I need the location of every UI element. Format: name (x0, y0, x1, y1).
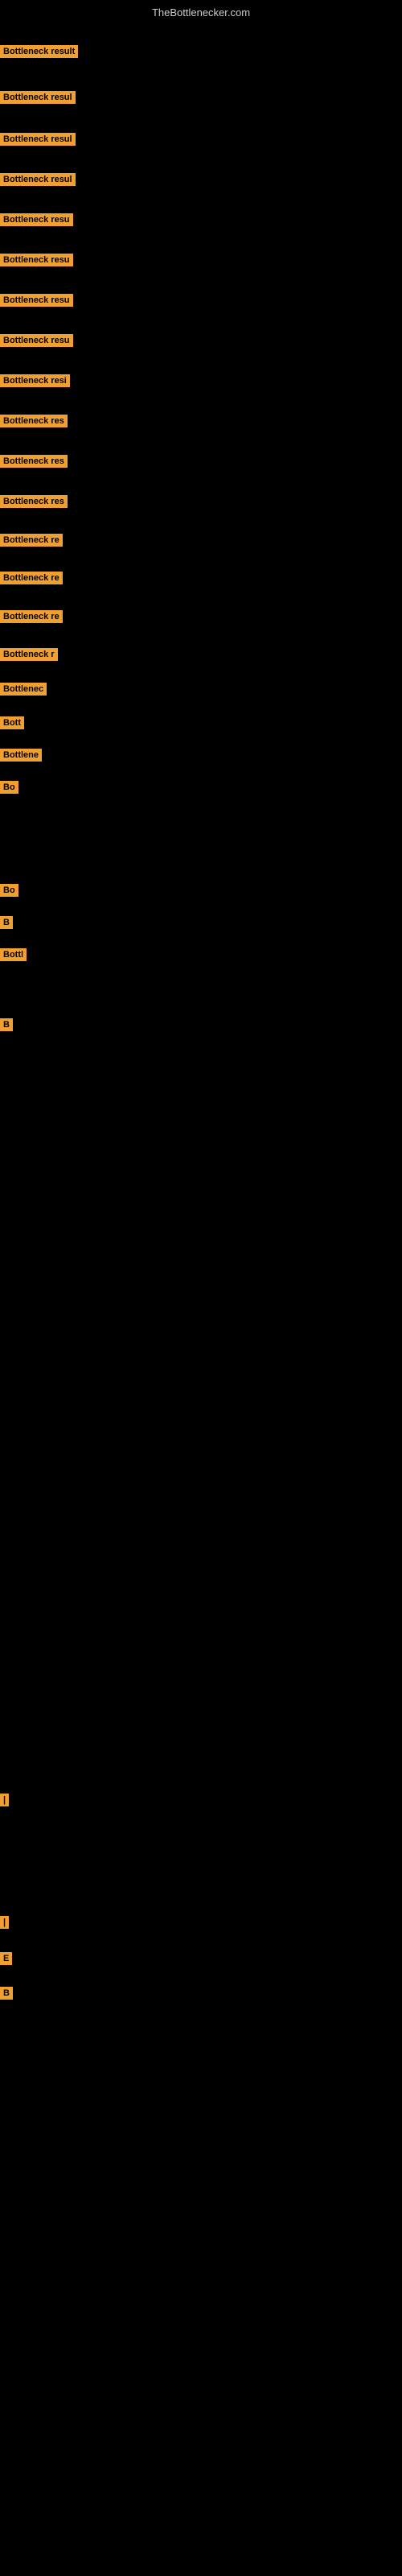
bottleneck-label-2: Bottleneck resul (0, 133, 76, 146)
bottleneck-label-8: Bottleneck resi (0, 374, 70, 387)
bottleneck-label-50: B (0, 1987, 13, 2000)
bottleneck-label-26: B (0, 1018, 13, 1031)
bottleneck-label-49: E (0, 1952, 12, 1965)
bottleneck-label-9: Bottleneck res (0, 415, 68, 427)
bottleneck-label-18: Bottlene (0, 749, 42, 762)
bottleneck-label-14: Bottleneck re (0, 610, 63, 623)
bottleneck-label-5: Bottleneck resu (0, 254, 73, 266)
site-title: TheBottlenecker.com (0, 6, 402, 19)
bottleneck-label-13: Bottleneck re (0, 572, 63, 584)
bottleneck-label-10: Bottleneck res (0, 455, 68, 468)
bottleneck-label-15: Bottleneck r (0, 648, 58, 661)
bottleneck-label-1: Bottleneck resul (0, 91, 76, 104)
bottleneck-label-4: Bottleneck resu (0, 213, 73, 226)
bottleneck-label-3: Bottleneck resul (0, 173, 76, 186)
bottleneck-label-45: | (0, 1794, 9, 1806)
bottleneck-label-16: Bottlenec (0, 683, 47, 696)
bottleneck-label-17: Bott (0, 716, 24, 729)
bottleneck-label-11: Bottleneck res (0, 495, 68, 508)
bottleneck-label-23: B (0, 916, 13, 929)
bottleneck-label-22: Bo (0, 884, 18, 897)
bottleneck-label-0: Bottleneck result (0, 45, 78, 58)
bottleneck-label-19: Bo (0, 781, 18, 794)
bottleneck-label-12: Bottleneck re (0, 534, 63, 547)
bottleneck-label-6: Bottleneck resu (0, 294, 73, 307)
bottleneck-label-7: Bottleneck resu (0, 334, 73, 347)
bottleneck-label-24: Bottl (0, 948, 27, 961)
bottleneck-label-48: | (0, 1916, 9, 1929)
